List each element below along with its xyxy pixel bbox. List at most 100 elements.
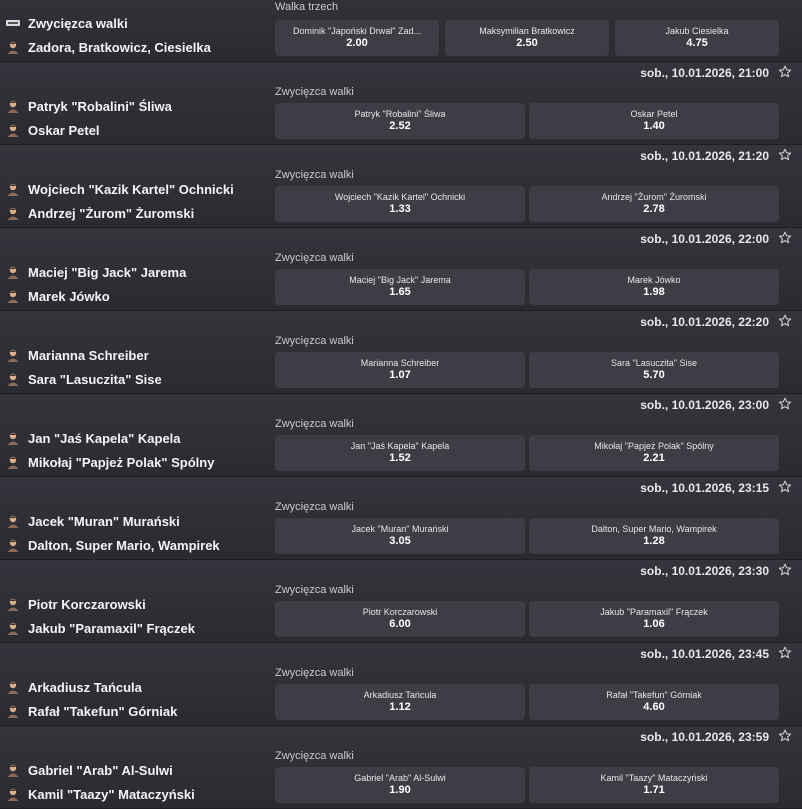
odds-button[interactable]: Jakub Ciesielka 4.75 bbox=[615, 20, 779, 56]
odds-selection-name: Marek Jówko bbox=[627, 275, 681, 285]
fighter-avatar-icon bbox=[7, 622, 19, 635]
star-outline-icon[interactable] bbox=[778, 65, 792, 79]
participant-label: Rafał "Takefun" Górniak bbox=[28, 703, 178, 719]
participant-label: Marek Jówko bbox=[28, 288, 110, 304]
odds-value: 1.33 bbox=[389, 203, 411, 215]
participant-name: Dalton, Super Mario, Wampirek bbox=[6, 537, 220, 553]
participant-label: Piotr Korczarowski bbox=[28, 596, 146, 612]
odds-button[interactable]: Dominik "Japoński Drwal" Zad... 2.00 bbox=[275, 20, 439, 56]
odds-row: Piotr Korczarowski 6.00 Jakub "Paramaxil" … bbox=[275, 601, 779, 637]
odds-button[interactable]: Dalton, Super Mario, Wampirek 1.28 bbox=[529, 518, 779, 554]
odds-selection-name: Jacek "Muran" Murański bbox=[351, 524, 449, 534]
fighter-avatar-icon bbox=[7, 515, 19, 528]
odds-button[interactable]: Andrzej "Żurom" Żuromski 2.78 bbox=[529, 186, 779, 222]
odds-selection-name: Gabriel "Arab" Al-Sulwi bbox=[354, 773, 446, 783]
participant-label: Wojciech "Kazik Kartel" Ochnicki bbox=[28, 181, 234, 197]
odds-button[interactable]: Sara "Lasuczita" Sise 5.70 bbox=[529, 352, 779, 388]
odds-selection-name: Jakub "Paramaxil" Frączek bbox=[600, 607, 708, 617]
odds-row: Marianna Schreiber 1.07 Sara "Lasuczita" S… bbox=[275, 352, 779, 388]
fighter-avatar-icon bbox=[7, 539, 19, 552]
participant-name: Maciej "Big Jack" Jarema bbox=[6, 264, 186, 280]
odds-button[interactable]: Arkadiusz Tańcula 1.12 bbox=[275, 684, 525, 720]
odds-value: 1.12 bbox=[389, 701, 411, 713]
participant-label: Dalton, Super Mario, Wampirek bbox=[28, 537, 220, 553]
event-datetime: sob., 10.01.2026, 23:30 bbox=[640, 564, 769, 578]
odds-button[interactable]: Kamil "Taazy" Mataczyński 1.71 bbox=[529, 767, 779, 803]
odds-button[interactable]: Jakub "Paramaxil" Frączek 1.06 bbox=[529, 601, 779, 637]
participant-label: Kamil "Taazy" Mataczyński bbox=[28, 786, 195, 802]
odds-button[interactable]: Patryk "Robalini" Śliwa 2.52 bbox=[275, 103, 525, 139]
event-datetime: sob., 10.01.2026, 23:15 bbox=[640, 481, 769, 495]
participant-label: Jacek "Muran" Murański bbox=[28, 513, 180, 529]
event-row: sob., 10.01.2026, 23:30 Piotr Korczarowsk… bbox=[0, 560, 802, 643]
event-row: sob., 10.01.2026, 21:20 Wojciech "Kazik K… bbox=[0, 145, 802, 228]
odds-button[interactable]: Jan "Jaś Kapela" Kapela 1.52 bbox=[275, 435, 525, 471]
odds-button[interactable]: Oskar Petel 1.40 bbox=[529, 103, 779, 139]
fighter-avatar-icon bbox=[7, 788, 19, 801]
fighter-avatar-icon bbox=[7, 100, 19, 113]
odds-selection-name: Jan "Jaś Kapela" Kapela bbox=[350, 441, 450, 451]
star-outline-icon[interactable] bbox=[778, 563, 792, 577]
participant-label: Andrzej "Żurom" Żuromski bbox=[28, 205, 195, 221]
star-outline-icon[interactable] bbox=[778, 480, 792, 494]
participant-name: Piotr Korczarowski bbox=[6, 596, 146, 612]
odds-button[interactable]: Jacek "Muran" Murański 3.05 bbox=[275, 518, 525, 554]
odds-button[interactable]: Maksymilian Bratkowicz 2.50 bbox=[445, 20, 609, 56]
odds-selection-name: Piotr Korczarowski bbox=[362, 607, 438, 617]
odds-button[interactable]: Maciej "Big Jack" Jarema 1.65 bbox=[275, 269, 525, 305]
star-outline-icon[interactable] bbox=[778, 231, 792, 245]
star-outline-icon[interactable] bbox=[778, 646, 792, 660]
event-datetime: sob., 10.01.2026, 21:20 bbox=[640, 149, 769, 163]
market-label: Zwycięzca walki bbox=[275, 335, 354, 347]
odds-button[interactable]: Wojciech "Kazik Kartel" Ochnicki 1.33 bbox=[275, 186, 525, 222]
odds-value: 1.90 bbox=[389, 784, 411, 796]
market-label: Zwycięzca walki bbox=[275, 750, 354, 762]
participant-name: Jakub "Paramaxil" Frączek bbox=[6, 620, 195, 636]
odds-value: 1.06 bbox=[643, 618, 665, 630]
fighter-avatar-icon bbox=[7, 373, 19, 386]
participant-label: Zadora, Bratkowicz, Ciesielka bbox=[28, 39, 211, 55]
market-label: Zwycięzca walki bbox=[275, 501, 354, 513]
fighter-avatar-icon bbox=[7, 349, 19, 362]
star-outline-icon[interactable] bbox=[778, 148, 792, 162]
fighter-avatar-icon bbox=[7, 456, 19, 469]
fighter-avatar-icon bbox=[7, 124, 19, 137]
star-outline-icon[interactable] bbox=[778, 314, 792, 328]
market-label: Zwycięzca walki bbox=[275, 86, 354, 98]
participant-name: Jan "Jaś Kapela" Kapela bbox=[6, 430, 181, 446]
event-row: Zwycięzca walki Zadora, Bratkowicz, Ciesi… bbox=[0, 0, 802, 62]
participant-label: Jakub "Paramaxil" Frączek bbox=[28, 620, 195, 636]
participant-name: Wojciech "Kazik Kartel" Ochnicki bbox=[6, 181, 234, 197]
participant-name: Kamil "Taazy" Mataczyński bbox=[6, 786, 195, 802]
odds-value: 1.07 bbox=[389, 369, 411, 381]
league-logo-icon bbox=[6, 20, 20, 26]
odds-button[interactable]: Marianna Schreiber 1.07 bbox=[275, 352, 525, 388]
participant-name: Gabriel "Arab" Al-Sulwi bbox=[6, 762, 173, 778]
fighter-avatar-icon bbox=[7, 598, 19, 611]
odds-row: Patryk "Robalini" Śliwa 2.52 Oskar Petel 1.… bbox=[275, 103, 779, 139]
participant-name: Sara "Lasuczita" Sise bbox=[6, 371, 162, 387]
odds-button[interactable]: Gabriel "Arab" Al-Sulwi 1.90 bbox=[275, 767, 525, 803]
odds-value: 2.52 bbox=[389, 120, 411, 132]
odds-value: 4.60 bbox=[643, 701, 665, 713]
odds-value: 1.98 bbox=[643, 286, 665, 298]
odds-value: 1.52 bbox=[389, 452, 411, 464]
participant-name: Arkadiusz Tańcula bbox=[6, 679, 142, 695]
star-outline-icon[interactable] bbox=[778, 729, 792, 743]
event-row: sob., 10.01.2026, 23:00 Jan "Jaś Kapela" … bbox=[0, 394, 802, 477]
market-label: Zwycięzca walki bbox=[275, 667, 354, 679]
fighter-avatar-icon bbox=[7, 764, 19, 777]
odds-selection-name: Andrzej "Żurom" Żuromski bbox=[601, 192, 707, 202]
fighter-avatar-icon bbox=[7, 207, 19, 220]
participant-name: Zadora, Bratkowicz, Ciesielka bbox=[6, 39, 211, 55]
star-outline-icon[interactable] bbox=[778, 397, 792, 411]
fighter-avatar-icon bbox=[7, 266, 19, 279]
odds-button[interactable]: Rafał "Takefun" Górniak 4.60 bbox=[529, 684, 779, 720]
odds-row: Jacek "Muran" Murański 3.05 Dalton, Super … bbox=[275, 518, 779, 554]
odds-button[interactable]: Mikołaj "Papjeż Polak" Spólny 2.21 bbox=[529, 435, 779, 471]
odds-button[interactable]: Piotr Korczarowski 6.00 bbox=[275, 601, 525, 637]
odds-selection-name: Wojciech "Kazik Kartel" Ochnicki bbox=[334, 192, 466, 202]
odds-button[interactable]: Marek Jówko 1.98 bbox=[529, 269, 779, 305]
market-label: Zwycięzca walki bbox=[275, 169, 354, 181]
market-label: Zwycięzca walki bbox=[275, 252, 354, 264]
